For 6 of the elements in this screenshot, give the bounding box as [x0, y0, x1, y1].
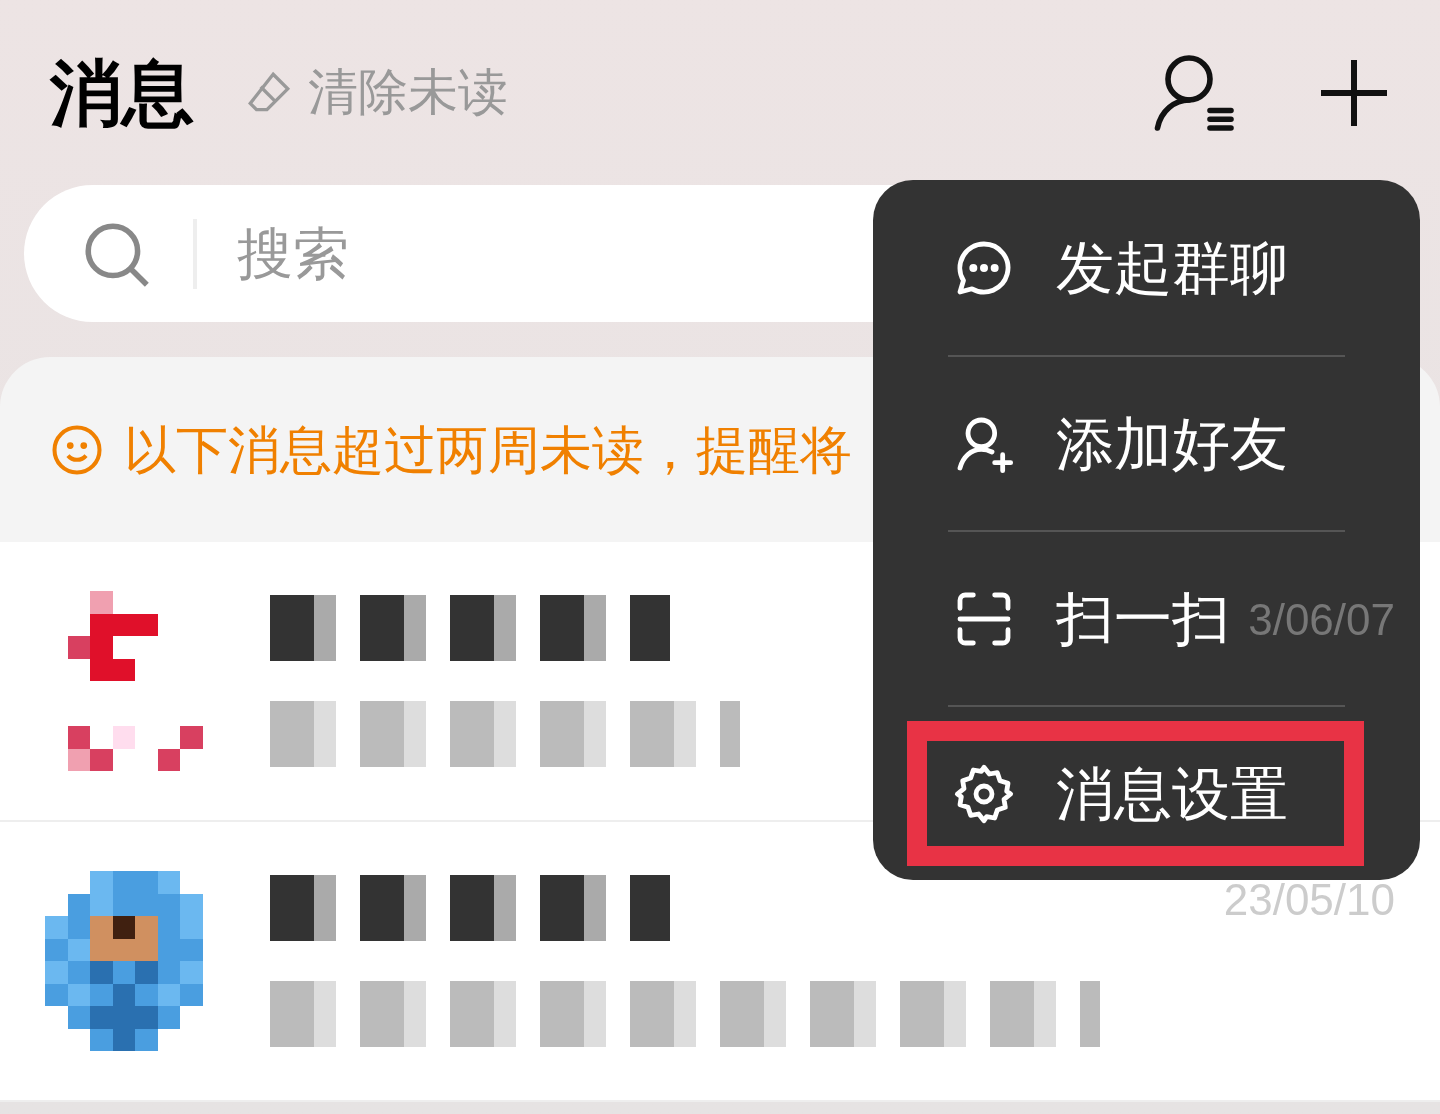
menu-item[interactable]: 消息设置: [907, 721, 1364, 866]
menu-item[interactable]: 扫一扫: [952, 546, 1230, 691]
page-title: 消息: [50, 51, 194, 135]
chat-date: 3/06/07: [1248, 594, 1395, 646]
notice-text: 以下消息超过两周未读，提醒将: [124, 419, 852, 481]
menu-item[interactable]: 添加好友: [952, 371, 1288, 516]
